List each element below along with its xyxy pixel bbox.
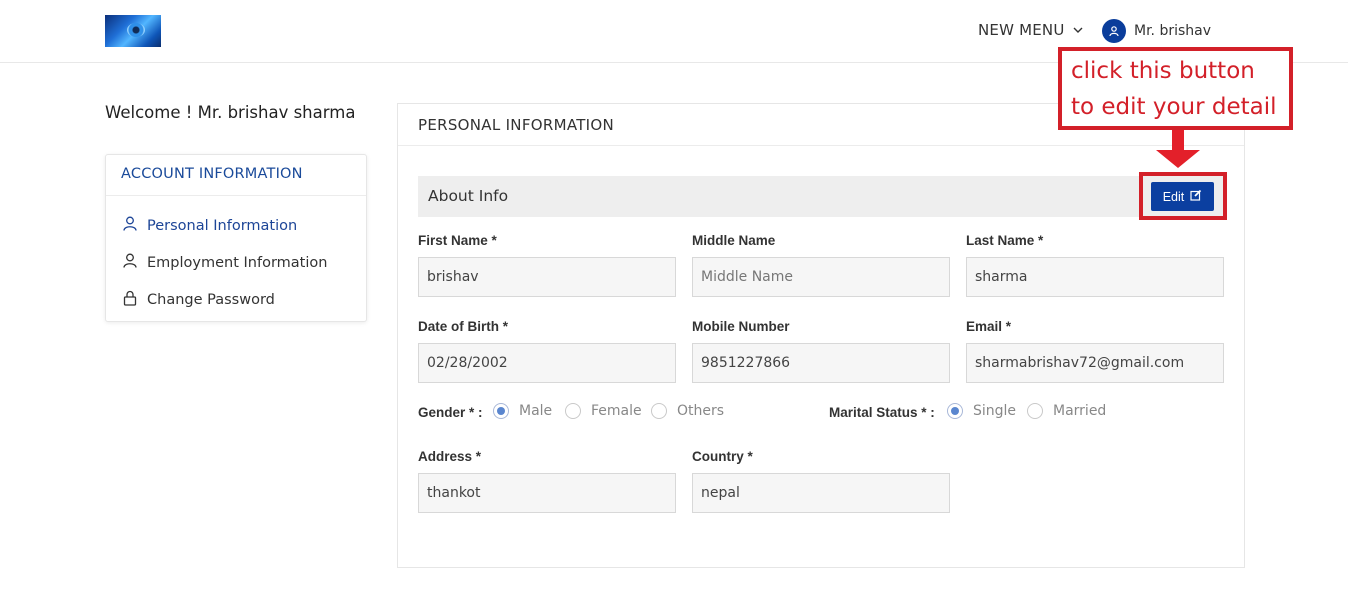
user-icon xyxy=(123,216,137,235)
sidebar-item-change-password[interactable]: Change Password xyxy=(123,290,275,310)
first-name-label: First Name * xyxy=(418,233,497,248)
user-menu[interactable]: Mr. brishav xyxy=(1102,19,1211,43)
new-menu-dropdown[interactable]: NEW MENU xyxy=(978,21,1083,39)
edit-icon xyxy=(1190,189,1202,204)
radio-label: Married xyxy=(1053,403,1107,419)
account-card-title: ACCOUNT INFORMATION xyxy=(106,155,366,196)
annotation-line-1: click this button xyxy=(1071,58,1255,84)
address-field[interactable] xyxy=(418,473,676,513)
radio-label: Others xyxy=(677,403,725,419)
edit-button[interactable]: Edit xyxy=(1151,182,1214,211)
gender-others-radio[interactable]: Others xyxy=(651,403,724,419)
dob-label: Date of Birth * xyxy=(418,319,509,334)
marital-single-radio[interactable]: Single xyxy=(947,403,1016,419)
sidebar-item-personal-information[interactable]: Personal Information xyxy=(123,216,297,235)
arrow-head-icon xyxy=(1156,150,1200,168)
page-title: PERSONAL INFORMATION xyxy=(418,116,615,134)
email-field[interactable] xyxy=(966,343,1224,383)
edit-button-label: Edit xyxy=(1162,189,1185,204)
site-logo[interactable] xyxy=(105,15,161,47)
gender-label: Gender * : xyxy=(418,405,483,420)
radio-label: Female xyxy=(591,403,642,419)
middle-name-field[interactable] xyxy=(692,257,950,297)
sidebar-item-label: Personal Information xyxy=(147,217,298,234)
divider xyxy=(398,145,1244,146)
marital-married-radio[interactable]: Married xyxy=(1027,403,1106,419)
new-menu-label: NEW MENU xyxy=(978,21,1065,39)
first-name-field[interactable] xyxy=(418,257,676,297)
user-icon xyxy=(1102,19,1126,43)
mobile-label: Mobile Number xyxy=(692,319,790,334)
marital-status-label: Marital Status * : xyxy=(829,405,935,420)
last-name-label: Last Name * xyxy=(966,233,1044,248)
radio-selected-icon xyxy=(947,403,963,419)
about-info-section-header: About Info xyxy=(418,176,1224,217)
radio-selected-icon xyxy=(493,403,509,419)
user-icon xyxy=(123,253,137,272)
personal-information-card: PERSONAL INFORMATION About Info Edit Fir… xyxy=(397,103,1245,568)
sidebar-item-label: Employment Information xyxy=(147,254,328,271)
radio-icon xyxy=(565,403,581,419)
radio-label: Male xyxy=(519,403,553,419)
user-name: Mr. brishav xyxy=(1134,23,1212,39)
account-information-card: ACCOUNT INFORMATION Personal Information… xyxy=(105,154,367,322)
gender-female-radio[interactable]: Female xyxy=(565,403,642,419)
welcome-message: Welcome ! Mr. brishav sharma xyxy=(105,103,356,122)
last-name-field[interactable] xyxy=(966,257,1224,297)
section-title: About Info xyxy=(428,187,509,205)
radio-icon xyxy=(651,403,667,419)
chevron-down-icon xyxy=(1073,26,1083,37)
arrow-down-icon xyxy=(1172,130,1184,152)
country-label: Country * xyxy=(692,449,753,464)
address-label: Address * xyxy=(418,449,482,464)
lock-icon xyxy=(123,290,137,310)
annotation-callout: click this button to edit your detail xyxy=(1058,47,1293,130)
radio-icon xyxy=(1027,403,1043,419)
sidebar-item-employment-information[interactable]: Employment Information xyxy=(123,253,327,272)
middle-name-label: Middle Name xyxy=(692,233,776,248)
email-label: Email * xyxy=(966,319,1012,334)
radio-label: Single xyxy=(973,403,1017,419)
annotation-line-2: to edit your detail xyxy=(1071,94,1277,120)
dob-field[interactable] xyxy=(418,343,676,383)
mobile-field[interactable] xyxy=(692,343,950,383)
sidebar-item-label: Change Password xyxy=(147,292,275,308)
gender-male-radio[interactable]: Male xyxy=(493,403,552,419)
country-field[interactable] xyxy=(692,473,950,513)
